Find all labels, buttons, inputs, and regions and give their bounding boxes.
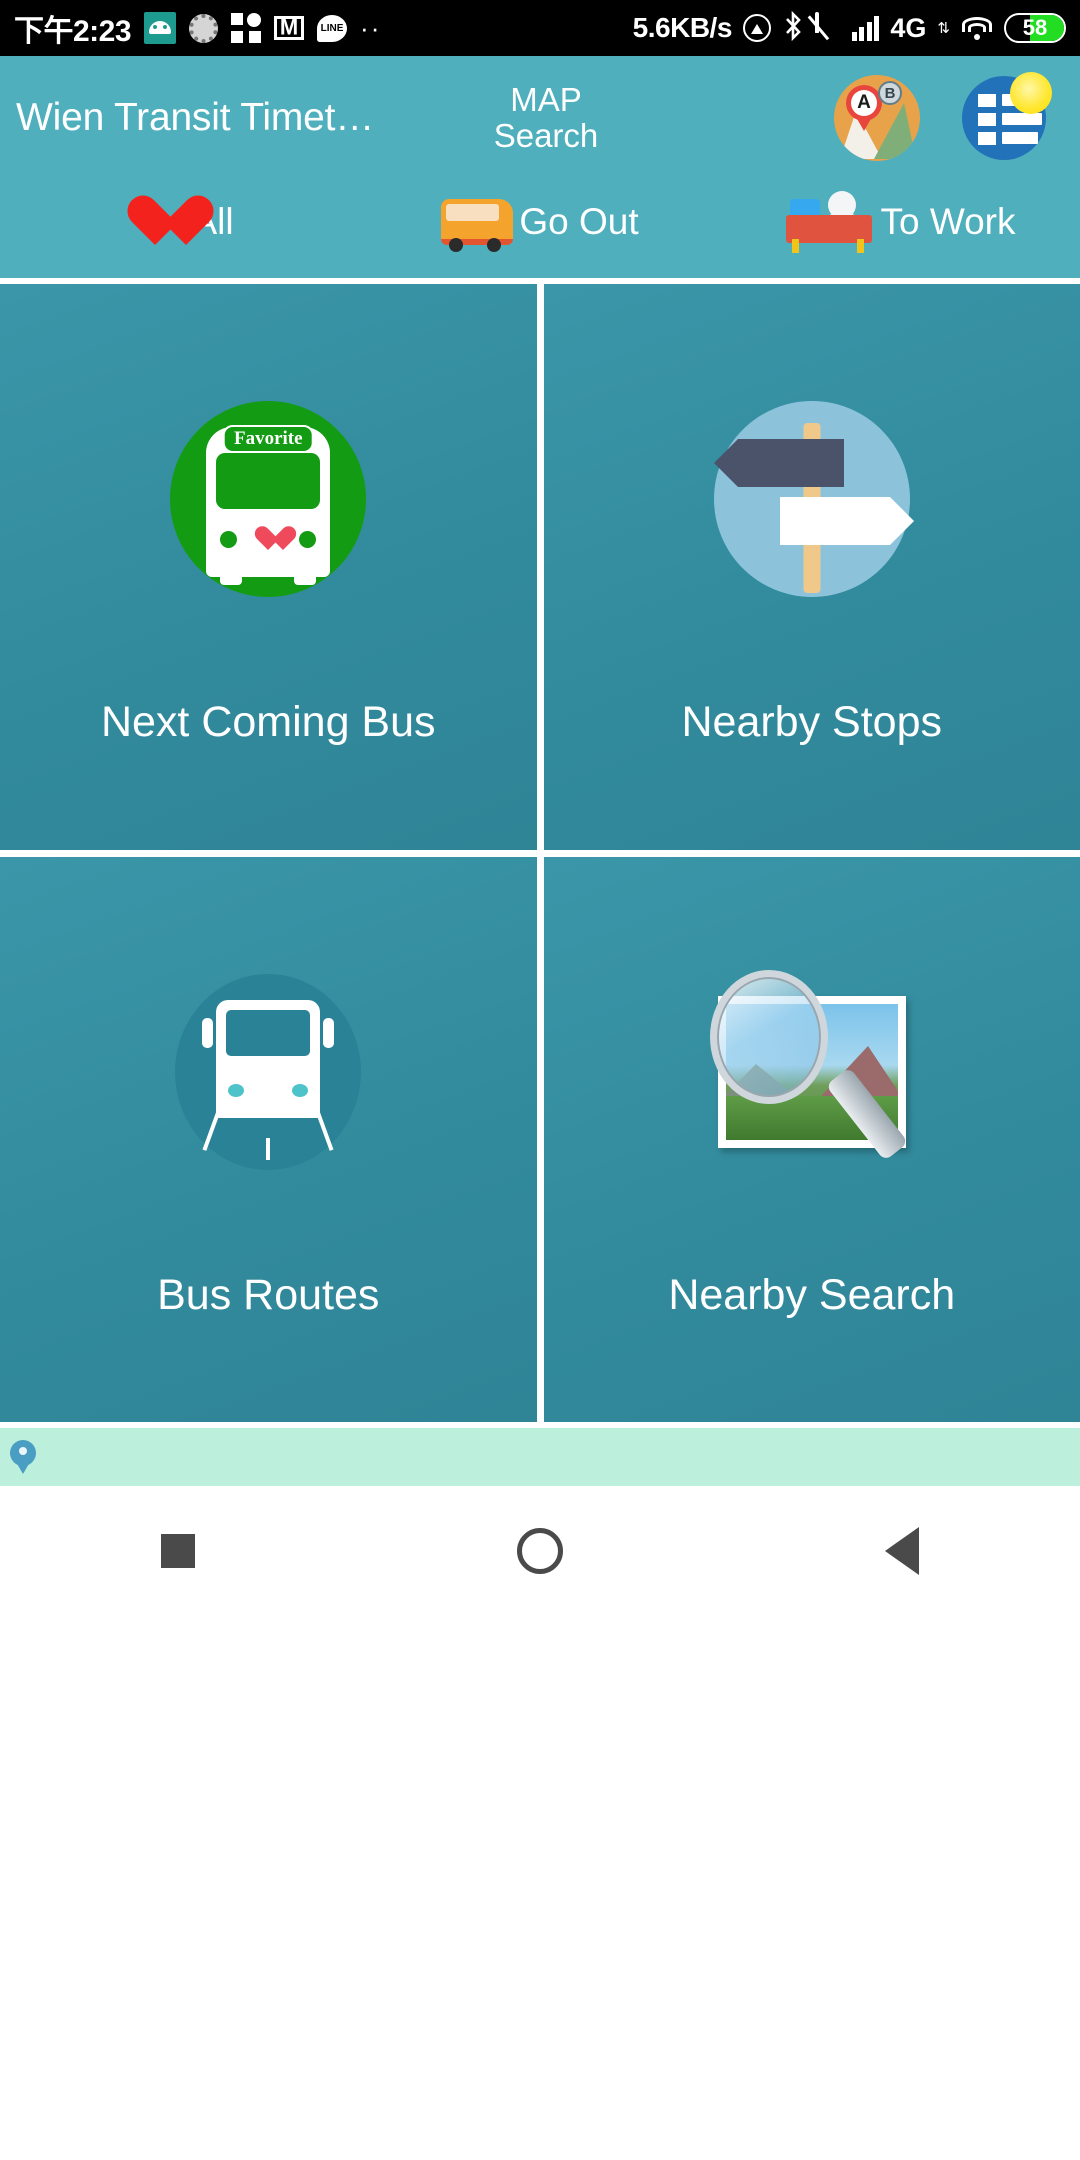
tile-bus-routes[interactable]: Bus Routes [0, 856, 537, 1422]
tile-bus-routes-label: Bus Routes [157, 1270, 380, 1319]
app-screen: 下午2:23 LINE ·· 5.6KB/s 4G ⇅ [0, 0, 1080, 2160]
page-title: Wien Transit Timet… [16, 96, 375, 139]
home-circle-icon[interactable] [517, 1528, 563, 1574]
tab-go-out[interactable]: Go Out [360, 199, 720, 252]
office-desk-icon [784, 191, 874, 253]
data-transfer-icon: ⇅ [937, 19, 950, 37]
cast-icon [742, 14, 771, 42]
tile-nearby-stops[interactable]: Nearby Stops [543, 284, 1080, 850]
gmail-icon [274, 16, 305, 40]
clock: 下午2:23 [14, 15, 132, 48]
location-banner[interactable] [0, 1428, 1080, 1486]
tile-next-coming-bus-label: Next Coming Bus [100, 698, 436, 746]
recents-square-icon[interactable] [161, 1534, 195, 1568]
magnifier-icon [709, 969, 909, 1161]
map-pin-a-icon [846, 85, 882, 121]
battery-icon: 58 [1004, 13, 1066, 43]
location-pin-icon [10, 1440, 36, 1474]
network-speed: 5.6KB/s [632, 12, 733, 43]
wifi-icon [961, 16, 993, 40]
bluetooth-icon [782, 10, 804, 46]
bus-route-icon [0, 857, 537, 1287]
timetable-list-icon[interactable] [962, 72, 1052, 160]
tab-to-work[interactable]: To Work [720, 191, 1080, 253]
tab-to-work-label: To Work [880, 201, 1016, 242]
heart-badge-icon [253, 527, 283, 554]
sun-loading-icon [189, 13, 219, 43]
app-header-actions: B [834, 72, 1064, 161]
status-bar-left: 下午2:23 LINE ·· [14, 6, 381, 50]
map-route-icon[interactable]: B [834, 75, 920, 161]
feature-grid: Favorite Next Coming Bus Nearby Stops Bu… [0, 278, 1080, 1428]
photo-magnifier-icon [544, 857, 1080, 1287]
bus-icon [441, 199, 514, 252]
network-type: 4G [890, 12, 927, 43]
heart-icon [126, 195, 186, 249]
favorite-bus-icon: Favorite [0, 284, 537, 714]
app-header-top-row: Wien Transit Timet… MAP Search B [0, 66, 1080, 170]
tile-nearby-stops-label: Nearby Stops [681, 698, 943, 746]
line-icon: LINE [317, 14, 348, 42]
map-pin-b-icon: B [878, 81, 902, 105]
signpost-icon [544, 284, 1080, 714]
signal-bars-icon [851, 15, 880, 41]
tile-next-coming-bus[interactable]: Favorite Next Coming Bus [0, 284, 537, 850]
filter-tab-bar: All Go Out To Work [0, 170, 1080, 278]
apps-icon [231, 13, 262, 43]
sun-badge-icon [1010, 72, 1052, 114]
tile-nearby-search[interactable]: Nearby Search [543, 856, 1080, 1422]
favorite-sign-label: Favorite [222, 425, 314, 453]
more-dots-icon: ·· [360, 12, 382, 43]
mute-bell-icon [807, 12, 841, 42]
status-bar: 下午2:23 LINE ·· 5.6KB/s 4G ⇅ [0, 0, 1080, 56]
tab-go-out-label: Go Out [519, 201, 639, 242]
tile-nearby-search-label: Nearby Search [668, 1270, 956, 1319]
back-triangle-icon[interactable] [885, 1527, 919, 1575]
tab-all[interactable]: All [0, 195, 360, 249]
map-search-label-line2: Search [493, 117, 599, 154]
map-search-button[interactable]: MAP Search [456, 82, 636, 153]
battery-percent: 58 [1022, 15, 1048, 40]
app-header: Wien Transit Timet… MAP Search B [0, 56, 1080, 278]
status-bar-right: 5.6KB/s 4G ⇅ 58 [632, 10, 1066, 46]
android-icon [144, 12, 177, 44]
map-search-label-line1: MAP [510, 81, 582, 119]
android-navigation-bar [0, 1486, 1080, 1616]
